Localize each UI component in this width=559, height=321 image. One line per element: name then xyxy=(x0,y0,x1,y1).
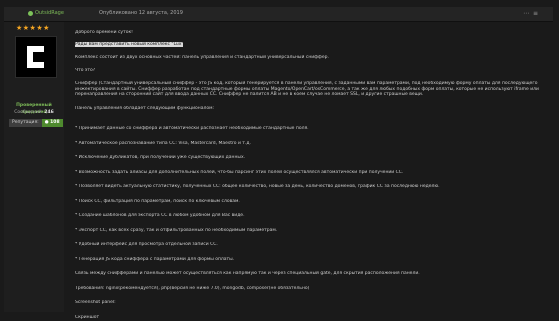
feature-item: * Экспорт CC, как всех сразу, так и отфи… xyxy=(75,228,278,233)
feature-item: * Удобный интерфейс для просмотра отдель… xyxy=(75,242,218,247)
message-count-label: Сообщений: xyxy=(14,110,43,115)
feature-item: * Генерация JS кода сниффера с параметра… xyxy=(75,257,235,262)
greeting-text: Доброго времени суток! xyxy=(75,30,133,35)
description-text: Сниффер (Стандартный универсальный снифф… xyxy=(75,81,539,97)
message-count: Сообщений: 246 xyxy=(6,109,62,116)
intro-highlight: Рады Вам представить новый комплекс "Lux… xyxy=(75,42,184,47)
reputation-value: ● 108 xyxy=(41,119,63,127)
composition-text: Комплекс состоит из двух основных частей… xyxy=(75,55,329,60)
post-date[interactable]: Опубликовано 12 августа, 2019 xyxy=(99,9,183,18)
avatar[interactable] xyxy=(15,36,57,78)
feature-item: * Создание шаблонов для экспорта CC в лю… xyxy=(75,213,245,218)
what-is-heading: Что это? xyxy=(75,68,96,73)
forum-post: OutsidRage Опубликовано 12 августа, 2019… xyxy=(0,0,559,320)
post-header: OutsidRage Опубликовано 12 августа, 2019… xyxy=(4,7,553,22)
features-title: Панель управления обладает следующим фун… xyxy=(75,106,215,111)
rating-stars-icon: ★★★★★ xyxy=(16,24,50,32)
author-username-link[interactable]: OutsidRage xyxy=(35,9,64,18)
feature-item: * Автоматическое распознавание типа CC: … xyxy=(75,141,251,146)
feature-item: * Принимает данные со сниффера и автомат… xyxy=(75,126,309,131)
intro-line: Рады Вам представить новый комплекс "Lux… xyxy=(75,42,547,48)
online-status-icon xyxy=(28,11,33,16)
reputation-label: Репутация: xyxy=(9,119,42,127)
author-panel: ★★★★★ Проверенный продавец Сообщений: 24… xyxy=(4,22,64,312)
requirements-text: Требования: nginx(рекомендуется), php(ве… xyxy=(75,286,310,291)
feature-item: * Исключение дубликатов, при получении у… xyxy=(75,155,246,160)
feature-item: * Позволяет видеть актуальную статистику… xyxy=(75,184,440,189)
feature-item: * Возможность задать алиасы для дополнит… xyxy=(75,170,404,175)
message-count-value: 246 xyxy=(44,110,54,115)
connection-text: Связь между снифферами и панелью может о… xyxy=(75,271,420,276)
feature-item: * Поиск CC, фильтрация по параметрам, по… xyxy=(75,199,240,204)
reputation-badge: Репутация: ● 108 xyxy=(9,119,63,127)
post-actions-icon[interactable]: ⋯ ≡ xyxy=(523,9,539,18)
cut-off-text: Скриншот xyxy=(75,315,100,320)
screenshot-panel-label: Screenshot panel: xyxy=(75,300,116,305)
